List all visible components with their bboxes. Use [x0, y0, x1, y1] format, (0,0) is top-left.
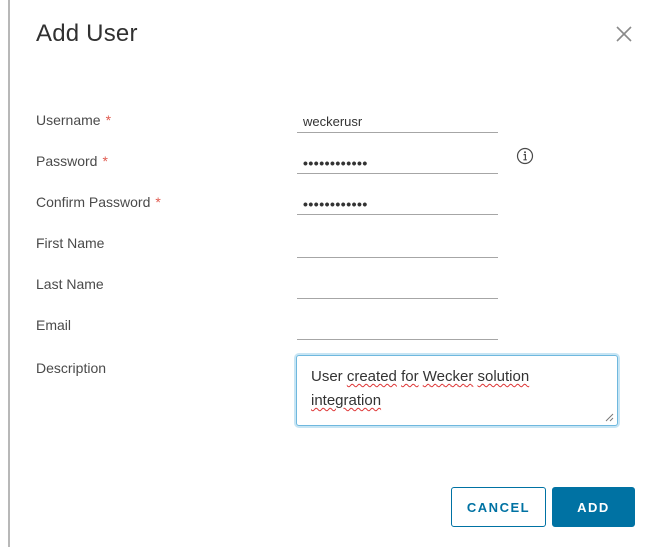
description-textarea[interactable]: User created for Wecker solution integra… — [296, 355, 618, 426]
add-user-dialog: Add User Username* Password* Confirm Pas… — [0, 0, 645, 547]
required-mark: * — [155, 194, 161, 210]
last-name-input[interactable] — [297, 277, 498, 299]
close-button[interactable] — [612, 22, 636, 46]
password-label-text: Password — [36, 153, 98, 169]
last-name-label: Last Name — [36, 276, 104, 292]
username-label: Username * — [36, 112, 111, 128]
password-input[interactable] — [297, 152, 498, 174]
first-name-input[interactable] — [297, 236, 498, 258]
info-icon[interactable] — [516, 147, 534, 165]
confirm-password-input[interactable] — [297, 193, 498, 215]
email-input[interactable] — [297, 318, 498, 340]
required-mark: * — [105, 112, 112, 128]
username-label-text: Username — [36, 112, 101, 128]
resize-handle-icon[interactable] — [604, 412, 614, 422]
confirm-password-label-text: Confirm Password — [36, 194, 151, 210]
required-mark: * — [102, 153, 108, 169]
dialog-edge — [8, 0, 10, 547]
add-button[interactable]: ADD — [552, 487, 635, 527]
email-label: Email — [36, 317, 72, 333]
dialog-title: Add User — [36, 20, 138, 47]
password-label: Password * — [36, 153, 108, 169]
username-input[interactable] — [297, 111, 498, 133]
close-icon — [616, 26, 632, 42]
first-name-label: First Name — [36, 235, 105, 251]
description-label: Description — [36, 360, 107, 376]
description-text: User created for Wecker solution integra… — [311, 368, 530, 409]
confirm-password-label: Confirm Password * — [36, 194, 161, 210]
cancel-button[interactable]: CANCEL — [451, 487, 546, 527]
